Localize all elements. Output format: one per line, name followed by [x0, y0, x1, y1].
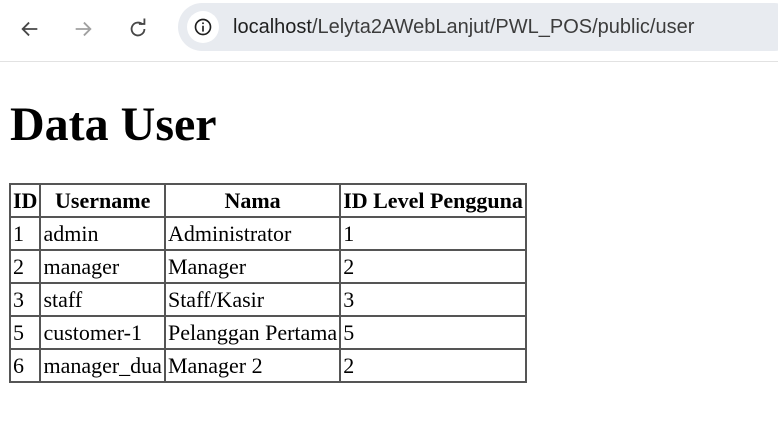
- cell-nama: Manager: [163, 249, 342, 284]
- site-info-icon: [194, 18, 212, 36]
- reload-button[interactable]: [120, 11, 156, 47]
- cell-username: customer-1: [39, 315, 166, 350]
- cell-id: 2: [8, 249, 42, 284]
- column-header-id: ID: [8, 183, 42, 218]
- page-title: Data User: [10, 98, 217, 151]
- url-host: localhost: [233, 15, 312, 38]
- cell-nama: Pelanggan Pertama: [163, 315, 342, 350]
- column-header-nama: Nama: [163, 183, 342, 218]
- cell-id: 6: [8, 348, 42, 383]
- arrow-right-icon: [75, 21, 92, 37]
- cell-level: 5: [339, 315, 527, 350]
- reload-icon: [130, 18, 146, 37]
- arrow-left-icon: [21, 21, 38, 37]
- cell-level: 3: [339, 282, 527, 317]
- table-row: 6 manager_dua Manager 2 2: [8, 348, 527, 383]
- browser-toolbar: localhost/Lelyta2AWebLanjut/PWL_POS/publ…: [0, 0, 778, 62]
- cell-id: 5: [8, 315, 42, 350]
- url-text[interactable]: localhost/Lelyta2AWebLanjut/PWL_POS/publ…: [233, 16, 694, 39]
- user-table: ID Username Nama ID Level Pengguna 1 adm…: [8, 183, 527, 383]
- table-row: 2 manager Manager 2: [8, 249, 527, 284]
- column-header-username: Username: [39, 183, 166, 218]
- cell-level: 2: [339, 348, 527, 383]
- table-row: 5 customer-1 Pelanggan Pertama 5: [8, 315, 527, 350]
- back-button[interactable]: [12, 11, 48, 47]
- cell-username: staff: [39, 282, 166, 317]
- column-header-level: ID Level Pengguna: [339, 183, 527, 218]
- cell-nama: Administrator: [163, 216, 342, 251]
- table-header-row: ID Username Nama ID Level Pengguna: [8, 183, 527, 218]
- cell-username: admin: [39, 216, 166, 251]
- cell-id: 3: [8, 282, 42, 317]
- table-row: 1 admin Administrator 1: [8, 216, 527, 251]
- forward-button[interactable]: [65, 11, 101, 47]
- address-bar[interactable]: localhost/Lelyta2AWebLanjut/PWL_POS/publ…: [178, 3, 778, 51]
- cell-level: 1: [339, 216, 527, 251]
- site-info-button[interactable]: [187, 11, 219, 43]
- cell-level: 2: [339, 249, 527, 284]
- cell-username: manager_dua: [39, 348, 166, 383]
- url-path: /Lelyta2AWebLanjut/PWL_POS/public/user: [311, 15, 695, 38]
- cell-nama: Manager 2: [163, 348, 342, 383]
- table-row: 3 staff Staff/Kasir 3: [8, 282, 527, 317]
- cell-nama: Staff/Kasir: [163, 282, 342, 317]
- cell-username: manager: [39, 249, 166, 284]
- cell-id: 1: [8, 216, 42, 251]
